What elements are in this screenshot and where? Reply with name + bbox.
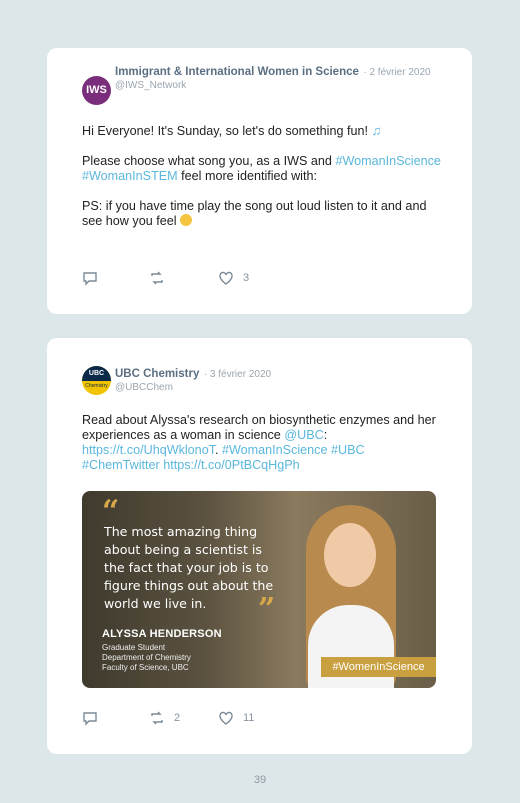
punctuation: . xyxy=(215,443,219,457)
page-number: 39 xyxy=(253,774,267,786)
tweet-actions: 2 11 xyxy=(82,710,382,726)
title-line: Graduate Student xyxy=(102,643,166,652)
avatar-label: IWS xyxy=(86,84,107,96)
reply-icon xyxy=(83,712,97,726)
like-button[interactable]: 3 xyxy=(218,270,249,286)
like-count: 11 xyxy=(243,712,255,724)
tweet-text: Read about Alyssa's research on biosynth… xyxy=(82,413,442,473)
retweet-button[interactable]: 2 xyxy=(149,710,180,726)
tweet-paragraph: Please choose what song you, as a IWS an… xyxy=(82,154,332,168)
hashtag-link[interactable]: #WomanInScience xyxy=(222,443,327,457)
retweet-count: 2 xyxy=(174,712,181,724)
person-title: Graduate Student Department of Chemistry… xyxy=(102,643,242,673)
tweet-card-iws: IWS Immigrant & International Women in S… xyxy=(47,48,472,314)
tweet-image[interactable]: “ The most amazing thing about being a s… xyxy=(82,491,436,688)
music-note-icon: ♫ xyxy=(371,123,382,138)
avatar-label-bottom: Chemistry xyxy=(85,383,108,389)
tweet-text: Hi Everyone! It's Sunday, so let's do so… xyxy=(82,123,442,244)
tweet-paragraph: Hi Everyone! It's Sunday, so let's do so… xyxy=(82,124,368,138)
mention-link[interactable]: @UBC xyxy=(284,428,323,442)
tweet-date[interactable]: · 2 février 2020 xyxy=(363,67,430,78)
url-link[interactable]: https://t.co/UhqWklonoT xyxy=(82,443,215,457)
tweet-paragraph: Read about Alyssa's research on biosynth… xyxy=(82,413,436,442)
tweet-actions: 3 xyxy=(82,270,382,286)
author-handle[interactable]: @IWS_Network xyxy=(115,79,445,92)
close-quote-icon: ” xyxy=(258,592,276,627)
retweet-button[interactable] xyxy=(149,270,165,286)
like-count: 3 xyxy=(243,272,250,284)
hashtag-link[interactable]: #ChemTwitter xyxy=(82,458,160,472)
retweet-icon xyxy=(151,271,163,285)
tweet-paragraph: feel more identified with: xyxy=(181,169,317,183)
reply-icon xyxy=(83,272,97,286)
wink-emoji-icon xyxy=(180,214,193,226)
heart-icon xyxy=(219,271,233,285)
reply-button[interactable] xyxy=(82,270,98,286)
avatar[interactable]: UBC Chemistry xyxy=(82,366,111,395)
person-name: ALYSSA HENDERSON xyxy=(102,628,222,640)
title-line: Department of Chemistry xyxy=(102,653,191,662)
hashtag-link[interactable]: #WomanInSTEM xyxy=(82,169,178,183)
reply-button[interactable] xyxy=(82,710,98,726)
heart-icon xyxy=(219,711,233,725)
like-button[interactable]: 11 xyxy=(218,710,254,726)
avatar-label-top: UBC xyxy=(82,366,111,381)
retweet-icon xyxy=(151,711,163,725)
punctuation: : xyxy=(323,428,328,442)
hashtag-link[interactable]: #WomanInScience xyxy=(335,154,440,168)
author-name[interactable]: Immigrant & International Women in Scien… xyxy=(115,66,359,78)
hashtag-link[interactable]: #UBC xyxy=(331,443,365,457)
author-handle[interactable]: @UBCChem xyxy=(115,381,445,394)
author-name[interactable]: UBC Chemistry xyxy=(115,368,199,380)
image-hashtag-banner: #WomenInScience xyxy=(321,657,436,677)
tweet-date[interactable]: · 3 février 2020 xyxy=(204,369,271,380)
quote-text: The most amazing thing about being a sci… xyxy=(104,524,274,611)
title-line: Faculty of Science, UBC xyxy=(102,663,189,672)
url-link[interactable]: https://t.co/0PtBCqHgPh xyxy=(163,458,300,472)
avatar[interactable]: IWS xyxy=(82,76,111,105)
tweet-card-ubc: UBC Chemistry UBC Chemistry · 3 février … xyxy=(47,338,472,754)
tweet-paragraph: PS: if you have time play the song out l… xyxy=(82,199,427,228)
